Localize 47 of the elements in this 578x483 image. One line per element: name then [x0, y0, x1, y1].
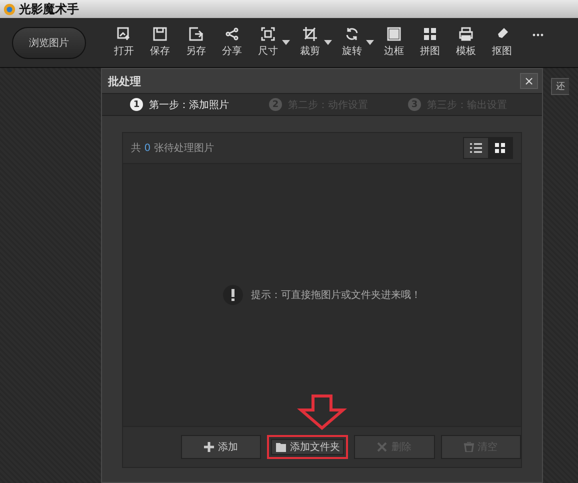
toolbar-button[interactable]: 旋转 — [334, 20, 370, 64]
dialog-title: 批处理 — [108, 74, 141, 88]
toolbar-button[interactable]: 抠图 — [484, 20, 520, 64]
rotate-icon — [345, 27, 359, 41]
toolbar-button[interactable]: 裁剪 — [292, 20, 328, 64]
toolbar-button[interactable]: 保存 — [142, 20, 178, 64]
add-button[interactable]: 添加 — [181, 435, 262, 459]
list-view-button[interactable] — [464, 138, 488, 158]
trash-icon — [464, 442, 474, 452]
toolbar-button[interactable]: 边框 — [376, 20, 412, 64]
toolbar-button[interactable]: 分享 — [214, 20, 250, 64]
exclamation-icon — [223, 285, 243, 305]
window-title: 光影魔术手 — [19, 0, 79, 18]
export-icon — [189, 27, 203, 41]
pen-icon — [495, 27, 509, 41]
down-arrow-annotation — [297, 394, 347, 430]
drop-area[interactable]: 提示：可直接拖图片或文件夹进来哦！ — [123, 163, 521, 427]
caret-icon[interactable] — [366, 40, 374, 46]
printer-icon — [459, 27, 473, 41]
resize-icon — [261, 27, 275, 41]
image-count: 共 0 张待处理图片 — [131, 142, 214, 155]
toolbar-button[interactable]: 拼图 — [412, 20, 448, 64]
grid-view-button[interactable] — [488, 138, 512, 158]
add-folder-button[interactable]: 添加文件夹 — [267, 435, 348, 459]
grid-icon — [423, 27, 437, 41]
hint-text: 提示：可直接拖图片或文件夹进来哦！ — [251, 288, 421, 302]
toolbar-button[interactable]: 另存 — [178, 20, 214, 64]
folder-icon — [276, 442, 286, 452]
toolbar-button[interactable]: 尺寸 — [250, 20, 286, 64]
toolbar-button[interactable]: 打开 — [106, 20, 142, 64]
browse-images-button[interactable]: 浏览图片 — [12, 26, 86, 58]
step-tab[interactable]: 1 第一步：添加照片 — [130, 98, 229, 112]
image-import-icon — [117, 27, 131, 41]
plus-icon — [204, 442, 214, 452]
share-icon — [225, 27, 239, 41]
list-icon — [470, 143, 482, 153]
grid-icon — [495, 143, 505, 153]
frame-icon — [387, 27, 401, 41]
toolbar-button[interactable]: 模板 — [448, 20, 484, 64]
close-icon — [377, 442, 388, 452]
restore-button[interactable]: 还 — [551, 78, 569, 95]
close-button[interactable]: × — [520, 73, 538, 89]
app-logo-icon — [3, 2, 16, 16]
caret-icon[interactable] — [324, 40, 332, 46]
caret-icon[interactable] — [282, 40, 290, 46]
crop-icon — [303, 27, 317, 41]
floppy-icon — [153, 27, 167, 41]
